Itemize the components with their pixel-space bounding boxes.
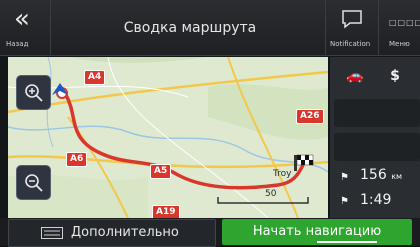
car-icon: 🚗	[346, 68, 364, 84]
notification-label: Notification	[330, 40, 371, 48]
distance-unit: км	[391, 172, 403, 181]
city-label-troy: Troy	[273, 169, 292, 179]
notification-button[interactable]: Notification	[325, 0, 378, 55]
zoom-out-icon	[25, 174, 43, 192]
zoom-out-button[interactable]	[16, 165, 51, 200]
zoom-in-icon	[25, 84, 43, 102]
speech-bubble-icon	[342, 10, 362, 29]
bottom-bar: Дополнительно Начать навигацию	[0, 218, 420, 247]
road-badge-a26: A26	[296, 109, 324, 124]
route-map[interactable]: A4 A26 A6 A5 A19 50 Troy	[8, 57, 328, 218]
road-badge-a4: A4	[84, 70, 106, 85]
route-option-row-1[interactable]	[334, 99, 420, 127]
map-canvas	[8, 57, 328, 218]
menu-label: Меню	[389, 40, 410, 48]
page-title: Сводка маршрута	[123, 20, 257, 36]
back-label: Назад	[6, 40, 29, 48]
road-badge-a5: A5	[150, 164, 172, 179]
route-duration: 1:49	[360, 192, 392, 208]
start-navigation-label: Начать навигацию	[252, 224, 382, 239]
road-badge-a6: A6	[66, 152, 88, 167]
list-icon	[41, 227, 63, 239]
scale-label: 50	[265, 189, 277, 199]
more-options-button[interactable]: Дополнительно	[8, 219, 216, 247]
more-options-label: Дополнительно	[71, 225, 179, 240]
tab-toll[interactable]: $	[376, 62, 414, 90]
route-option-row-2[interactable]	[334, 133, 420, 161]
zoom-in-button[interactable]	[16, 75, 51, 110]
tab-car[interactable]: 🚗	[336, 62, 374, 90]
flag-distance-icon: ⚑	[340, 172, 349, 183]
road-badge-a19: A19	[152, 205, 180, 218]
menu-dots-icon: □□□□	[389, 18, 420, 27]
back-chevron-icon: «	[14, 4, 30, 34]
dollar-icon: $	[390, 68, 400, 84]
back-button[interactable]: « Назад	[0, 0, 51, 55]
start-navigation-underline	[317, 241, 377, 243]
menu-button[interactable]: □□□□ Меню	[378, 0, 420, 55]
distance-value: 156	[360, 167, 387, 183]
route-summary-screen: « Назад Сводка маршрута Notification □□□…	[0, 0, 420, 247]
flag-time-icon: ⚑	[340, 196, 349, 207]
route-distance: 156 км	[360, 167, 402, 183]
start-navigation-button[interactable]: Начать навигацию	[222, 219, 412, 245]
top-bar: « Назад Сводка маршрута Notification □□□…	[0, 0, 420, 56]
